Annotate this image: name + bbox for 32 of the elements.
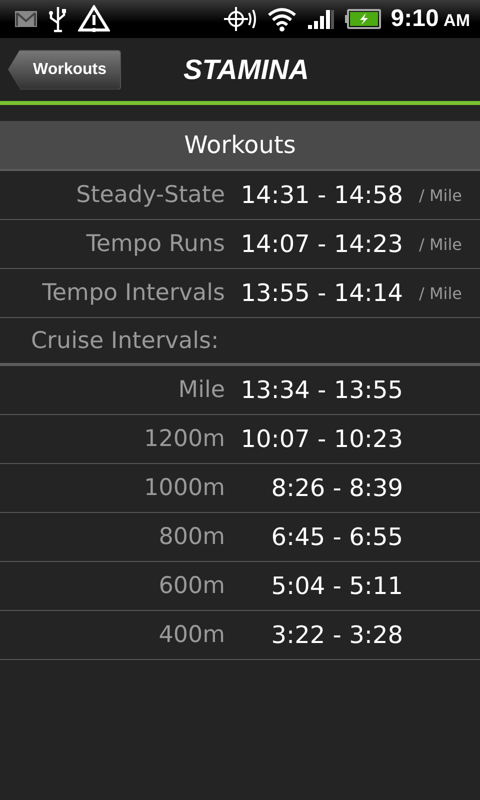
unit-label: / Mile xyxy=(419,284,462,302)
wifi-icon xyxy=(266,6,297,32)
usb-icon xyxy=(48,5,68,33)
section-header: Workouts xyxy=(0,121,480,171)
pace-range: 14:07 - 14:23 xyxy=(240,230,403,258)
row-label: Steady-State xyxy=(75,182,225,208)
row-label: 1200m xyxy=(143,426,225,452)
pace-range: 10:07 - 10:23 xyxy=(240,425,403,453)
row-label: 1000m xyxy=(143,475,225,501)
battery-icon xyxy=(344,9,381,29)
unit-label: / Mile xyxy=(419,234,462,254)
signal-icon xyxy=(306,8,335,30)
warning-icon xyxy=(78,5,110,33)
group-heading: Cruise Intervals: xyxy=(30,328,219,354)
row-label: 600m xyxy=(158,573,225,599)
app-title: STAMINA xyxy=(183,54,309,86)
pace-range: 13:34 - 13:55 xyxy=(240,376,403,404)
pace-range: 14:31 - 14:58 xyxy=(240,181,403,209)
pace-range: 3:22 - 3:28 xyxy=(270,621,403,649)
pace-range: 8:26 - 8:39 xyxy=(270,474,403,502)
clock: 9:10 AM xyxy=(390,5,470,33)
row-label: 400m xyxy=(158,622,225,648)
row-label: Tempo Intervals xyxy=(41,280,225,306)
pace-range: 6:45 - 6:55 xyxy=(270,523,403,551)
unit-label: / Mile xyxy=(419,186,462,204)
row-label: 800m xyxy=(158,524,225,550)
pace-range: 13:55 - 14:14 xyxy=(240,279,403,307)
pace-range: 5:04 - 5:11 xyxy=(270,572,403,600)
mail-icon xyxy=(14,10,38,28)
row-label: Mile xyxy=(177,377,225,403)
row-label: Tempo Runs xyxy=(85,231,225,257)
back-button[interactable]: Workouts xyxy=(8,50,122,90)
